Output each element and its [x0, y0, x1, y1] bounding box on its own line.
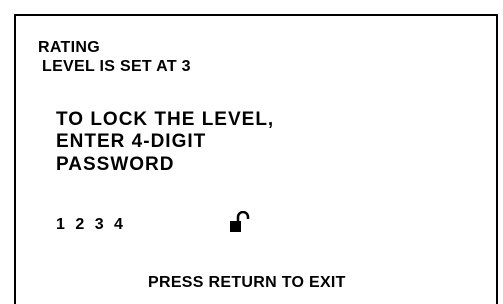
rating-setup-screen: RATING LEVEL IS SET AT 3 TO LOCK THE LEV… — [14, 14, 498, 304]
unlocked-padlock-icon — [230, 211, 250, 232]
exit-instruction: PRESS RETURN TO EXIT — [148, 274, 346, 291]
rating-level-status: LEVEL IS SET AT 3 — [42, 58, 191, 75]
lock-instruction-line-2: ENTER 4-DIGIT — [56, 131, 207, 152]
lock-instruction-line-1: TO LOCK THE LEVEL, — [56, 109, 275, 130]
rating-title: RATING — [38, 39, 100, 56]
password-entry-field[interactable]: 1 2 3 4 — [56, 216, 126, 234]
lock-instruction-line-3: PASSWORD — [56, 154, 175, 175]
